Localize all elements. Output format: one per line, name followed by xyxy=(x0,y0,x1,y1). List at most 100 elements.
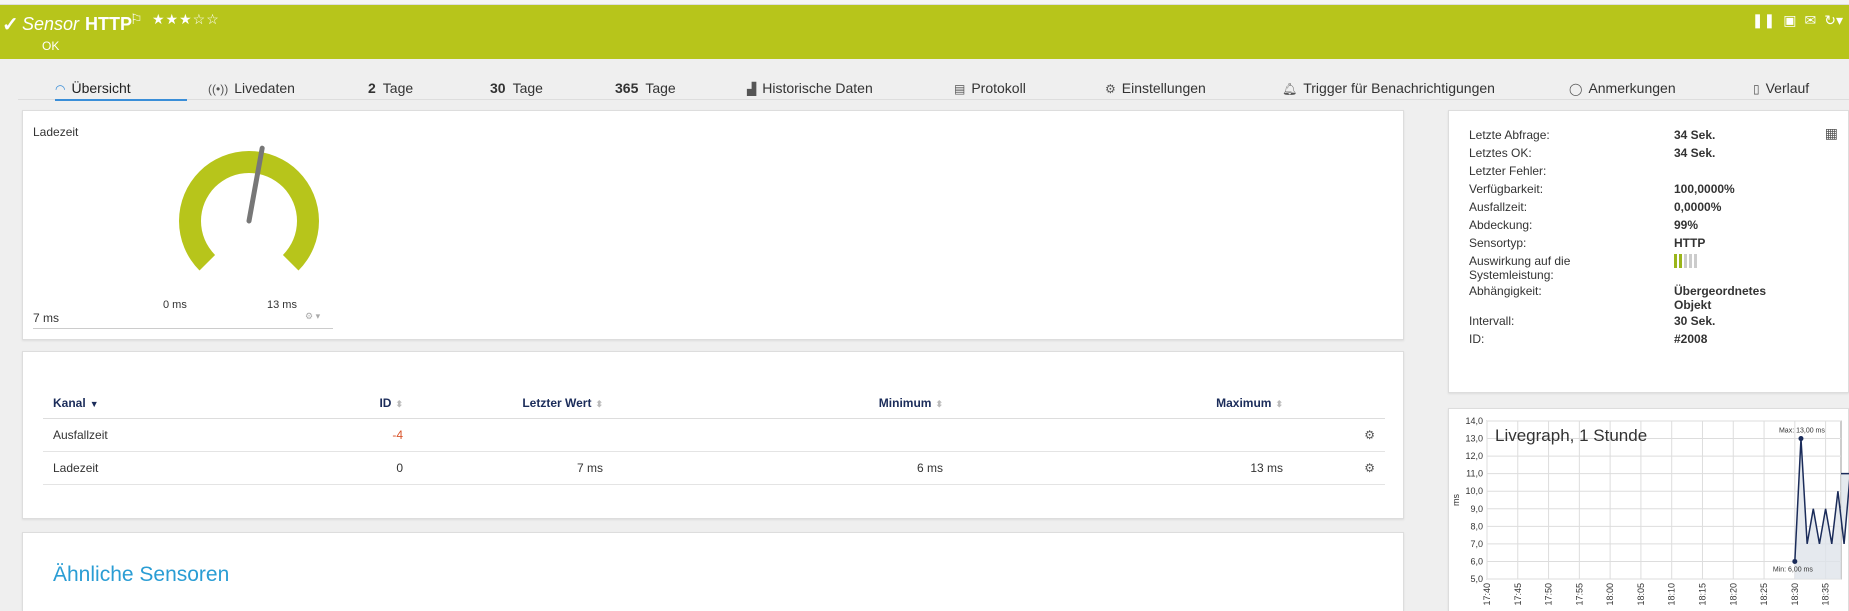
gauge-icon: ◠ xyxy=(55,82,66,96)
y-tick-label: 13,0 xyxy=(1465,434,1483,444)
x-tick-label: 18:20 xyxy=(1728,583,1738,606)
title-name[interactable]: HTTP xyxy=(85,14,132,34)
cell-last-value: 7 ms xyxy=(413,451,613,485)
x-tick-label: 18:30 xyxy=(1790,583,1800,606)
performance-impact-bars xyxy=(1674,254,1699,271)
title-prefix: Sensor xyxy=(22,14,80,34)
cell-id: 0 xyxy=(303,451,413,485)
cell-maximum: 13 ms xyxy=(953,451,1293,485)
col-id[interactable]: ID ⬍ xyxy=(303,388,413,419)
tab-settings[interactable]: ⚙ Einstellungen xyxy=(1105,80,1206,96)
rating-stars[interactable]: ★★★☆☆ xyxy=(152,11,220,28)
log-icon: ▤ xyxy=(954,82,966,96)
gauge-current-value: 7 ms xyxy=(33,311,60,325)
y-tick-label: 14,0 xyxy=(1465,416,1483,426)
performance-bar xyxy=(1694,254,1697,268)
tab-365-days[interactable]: 365 Tage xyxy=(615,80,676,96)
livegraph-card: 5,0 6,0 7,0 8,0 9,0 10,0 11,0 12,0 13,0 14,0 17:40… xyxy=(1448,408,1849,611)
tab-historic-data[interactable]: ▟ Historische Daten xyxy=(747,80,873,96)
qr-code-icon[interactable]: ▦ xyxy=(1825,125,1838,142)
channel-table: Kanal ▼ ID ⬍ Letzter Wert ⬍ Minimum ⬍ Maximu… xyxy=(43,388,1385,485)
tab-history[interactable]: ▯ Verlauf xyxy=(1753,80,1809,96)
x-tick-label: 18:15 xyxy=(1697,583,1707,606)
sort-icon: ⬍ xyxy=(395,399,403,409)
sort-icon: ⬍ xyxy=(595,399,603,409)
divider xyxy=(33,328,333,329)
annotation-point xyxy=(1798,436,1804,442)
history-icon: ▯ xyxy=(1753,82,1760,96)
gears-icon[interactable]: ⚙ xyxy=(1364,461,1375,475)
x-tick-label: 17:40 xyxy=(1482,583,1492,606)
tab-2-days[interactable]: 2 Tage xyxy=(368,80,413,96)
cell-maximum xyxy=(953,418,1293,452)
similar-sensors-heading: Ähnliche Sensoren xyxy=(53,563,230,586)
cell-kanal[interactable]: Ausfallzeit xyxy=(43,418,303,452)
dependency-link[interactable]: Übergeordnetes xyxy=(1674,284,1766,298)
broadcast-icon: ((•)) xyxy=(208,82,229,96)
y-tick-label: 9,0 xyxy=(1470,504,1483,514)
tab-notification-triggers[interactable]: 🔔︎ Trigger für Benachrichtigungen xyxy=(1282,80,1495,96)
sort-icon: ⬍ xyxy=(935,399,943,409)
x-tick-label: 18:10 xyxy=(1667,583,1677,606)
col-last-value[interactable]: Letzter Wert ⬍ xyxy=(413,388,613,419)
col-minimum[interactable]: Minimum ⬍ xyxy=(613,388,953,419)
channel-table-card: Kanal ▼ ID ⬍ Letzter Wert ⬍ Minimum ⬍ Maximu… xyxy=(22,351,1404,519)
performance-bar xyxy=(1674,254,1677,268)
tab-comments[interactable]: ◯ Anmerkungen xyxy=(1569,80,1676,96)
header-actions: ❚❚ ▣ ✉ ↻▾ xyxy=(1752,12,1843,29)
similar-sensors-card: Ähnliche Sensoren xyxy=(22,532,1404,611)
check-icon: ✓ xyxy=(2,14,19,36)
y-tick-label: 12,0 xyxy=(1465,451,1483,461)
x-tick-label: 17:50 xyxy=(1544,583,1554,606)
col-maximum[interactable]: Maximum ⬍ xyxy=(953,388,1293,419)
x-tick-label: 17:45 xyxy=(1513,583,1523,606)
x-tick-label: 18:00 xyxy=(1605,583,1615,606)
tab-log[interactable]: ▤ Protokoll xyxy=(954,80,1026,96)
add-icon[interactable]: ▣ xyxy=(1783,12,1796,29)
annotation-label: Min: 6,00 ms xyxy=(1773,566,1814,573)
gauge-dial xyxy=(179,145,319,271)
area-chart-icon: ▟ xyxy=(747,82,757,96)
sensor-info-card: ▦ Letzte Abfrage: 34 Sek. Letztes OK: 34 S… xyxy=(1448,110,1849,393)
sensor-header: ✓ Sensor HTTP ⚐ ★★★☆☆ OK ❚❚ ▣ ✉ ↻▾ xyxy=(0,5,1849,59)
table-row[interactable]: Ausfallzeit -4 ⚙ xyxy=(43,418,1385,452)
annotation-label: Max: 13,00 ms xyxy=(1779,428,1825,435)
tab-bar: ◠ Übersicht ((•)) Livedaten 2 Tage 30 Tage 3… xyxy=(18,72,1849,101)
y-tick-label: 5,0 xyxy=(1470,574,1483,584)
mail-icon[interactable]: ✉ xyxy=(1805,12,1817,29)
gear-icon: ⚙ xyxy=(1105,82,1116,96)
cell-minimum: 6 ms xyxy=(613,451,953,485)
x-tick-label: 17:55 xyxy=(1574,583,1584,606)
pause-icon[interactable]: ❚❚ xyxy=(1752,12,1775,29)
flag-icon[interactable]: ⚐ xyxy=(130,11,143,28)
tab-30-days[interactable]: 30 Tage xyxy=(490,80,543,96)
col-kanal[interactable]: Kanal ▼ xyxy=(43,388,303,419)
tab-livedata[interactable]: ((•)) Livedaten xyxy=(208,80,295,96)
gauge-max-label: 13 ms xyxy=(267,299,297,311)
pin-icon[interactable]: ⚙ ▾ xyxy=(305,311,320,322)
cell-kanal[interactable]: Ladezeit xyxy=(43,451,303,485)
cell-last-value xyxy=(413,418,613,452)
chart-title: Livegraph, 1 Stunde xyxy=(1495,426,1647,445)
performance-bar xyxy=(1689,254,1692,268)
sort-desc-icon: ▼ xyxy=(89,399,99,409)
y-axis-label: ms xyxy=(1451,494,1461,506)
tab-overview[interactable]: ◠ Übersicht xyxy=(55,80,187,101)
gauge-min-label: 0 ms xyxy=(163,299,187,311)
table-row[interactable]: Ladezeit 0 7 ms 6 ms 13 ms ⚙ xyxy=(43,451,1385,485)
x-tick-label: 18:25 xyxy=(1759,583,1769,606)
x-tick-label: 18:35 xyxy=(1821,583,1831,606)
bell-icon: 🔔︎ xyxy=(1282,82,1298,96)
annotation-point xyxy=(1792,558,1798,564)
gears-icon[interactable]: ⚙ xyxy=(1364,428,1375,442)
refresh-icon[interactable]: ↻▾ xyxy=(1824,12,1843,29)
status-text: OK xyxy=(42,39,60,53)
sort-icon: ⬍ xyxy=(1275,399,1283,409)
sensor-title: Sensor HTTP xyxy=(22,14,132,35)
col-actions xyxy=(1293,388,1385,419)
y-tick-label: 6,0 xyxy=(1470,556,1483,566)
comment-icon: ◯ xyxy=(1569,82,1583,96)
cell-minimum xyxy=(613,418,953,452)
gauge-title: Ladezeit xyxy=(33,125,79,139)
performance-bar xyxy=(1684,254,1687,268)
